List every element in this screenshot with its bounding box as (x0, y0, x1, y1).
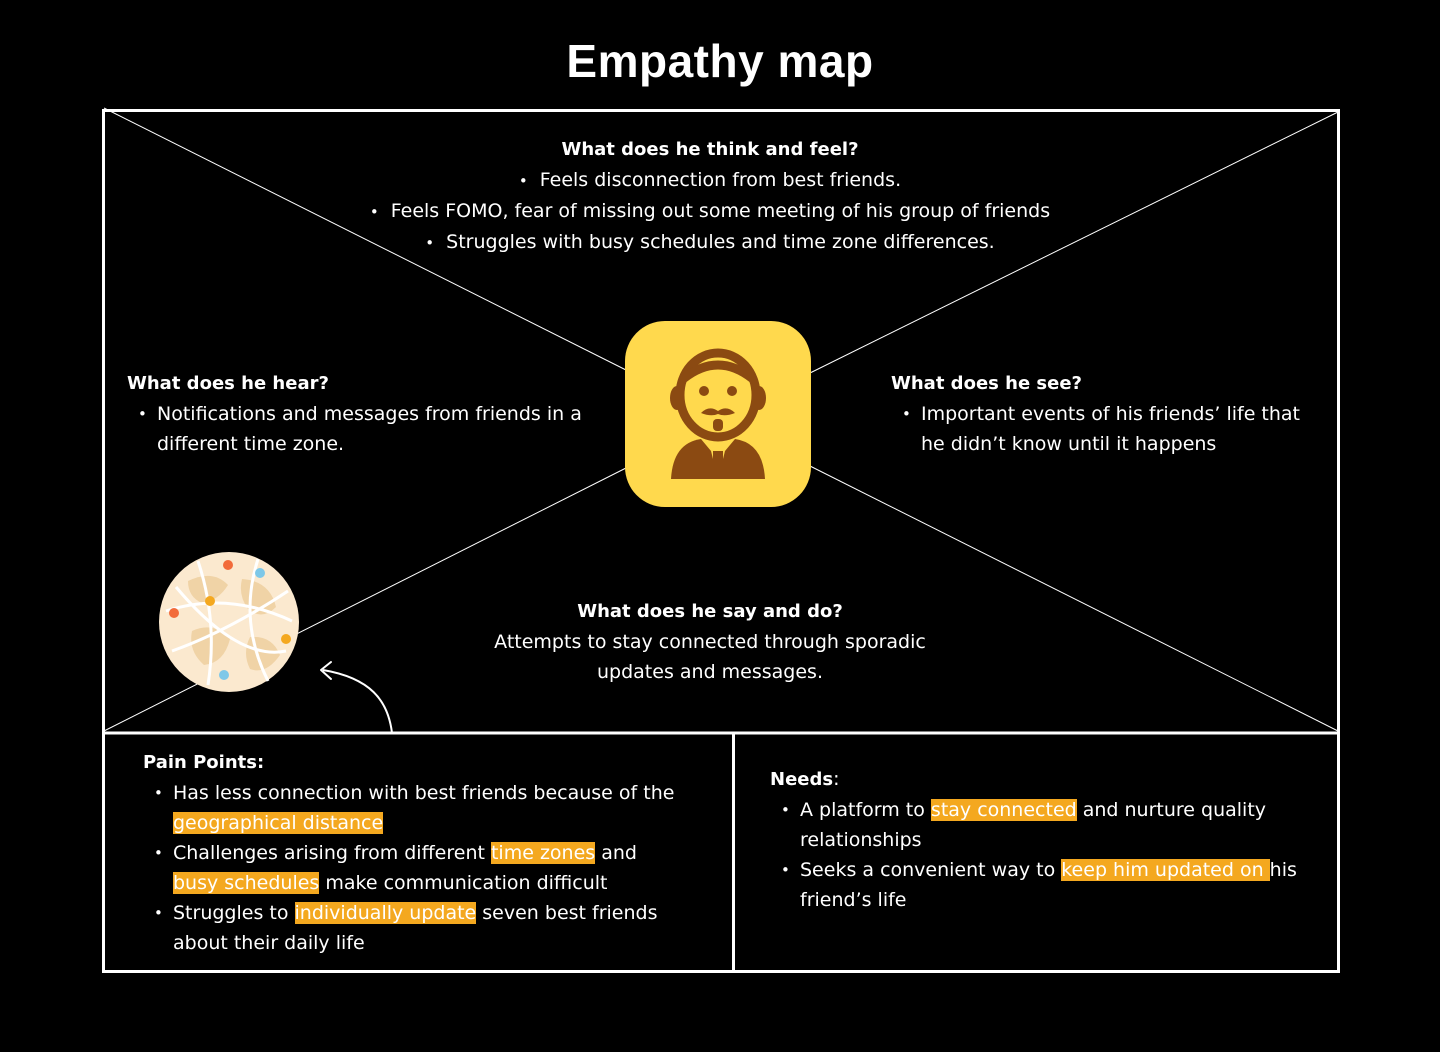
needs-heading: Needs (770, 769, 834, 790)
globe-network-icon (158, 551, 300, 693)
needs-heading-row: Needs: (770, 764, 1325, 795)
text: Seeks a convenient way to (800, 859, 1062, 881)
highlight: busy schedules (173, 872, 320, 894)
think-feel-section: What does he think and feel? Feels disco… (300, 135, 1120, 258)
needs-list: A platform to stay connected and nurture… (770, 795, 1325, 915)
pain-points-list: Has less connection with best friends be… (143, 778, 683, 958)
list-item: Challenges arising from different time z… (143, 838, 683, 898)
say-do-heading: What does he say and do? (577, 601, 843, 622)
list-item: Feels FOMO, fear of missing out some mee… (300, 196, 1120, 227)
text: Struggles to (173, 902, 295, 924)
list-item: Has less connection with best friends be… (143, 778, 683, 838)
needs-colon: : (833, 768, 840, 790)
highlight: keep him updated on (1061, 859, 1270, 881)
highlight: geographical distance (173, 812, 384, 834)
think-feel-heading: What does he think and feel? (561, 139, 859, 160)
list-item: A platform to stay connected and nurture… (770, 795, 1325, 855)
text: Has less connection with best friends be… (173, 782, 675, 804)
text: Challenges arising from different (173, 842, 491, 864)
think-feel-list: Feels disconnection from best friends. F… (300, 165, 1120, 258)
text: and (595, 842, 637, 864)
list-item: Notifications and messages from friends … (127, 399, 597, 459)
highlight: time zones (490, 842, 596, 864)
see-heading: What does he see? (891, 373, 1082, 394)
see-section: What does he see? Important events of hi… (891, 369, 1321, 459)
say-do-section: What does he say and do? Attempts to sta… (470, 597, 950, 687)
list-item: Seeks a convenient way to keep him updat… (770, 855, 1325, 915)
text: make communication difficult (319, 872, 608, 894)
say-do-text: Attempts to stay connected through spora… (494, 631, 926, 683)
hear-list: Notifications and messages from friends … (127, 399, 597, 459)
needs-section: Needs: A platform to stay connected and … (770, 764, 1325, 915)
list-item: Struggles with busy schedules and time z… (300, 227, 1120, 258)
man-avatar-icon (625, 321, 811, 507)
highlight: individually update (294, 902, 477, 924)
see-list: Important events of his friends’ life th… (891, 399, 1321, 459)
pain-points-heading: Pain Points: (143, 752, 265, 773)
text: A platform to (800, 799, 931, 821)
list-item: Feels disconnection from best friends. (300, 165, 1120, 196)
curved-arrow-icon (320, 661, 393, 734)
list-item: Struggles to individually update seven b… (143, 898, 683, 958)
hear-section: What does he hear? Notifications and mes… (127, 369, 597, 459)
pain-points-section: Pain Points: Has less connection with be… (143, 748, 683, 958)
highlight: stay connected (930, 799, 1077, 821)
hear-heading: What does he hear? (127, 373, 329, 394)
list-item: Important events of his friends’ life th… (891, 399, 1321, 459)
